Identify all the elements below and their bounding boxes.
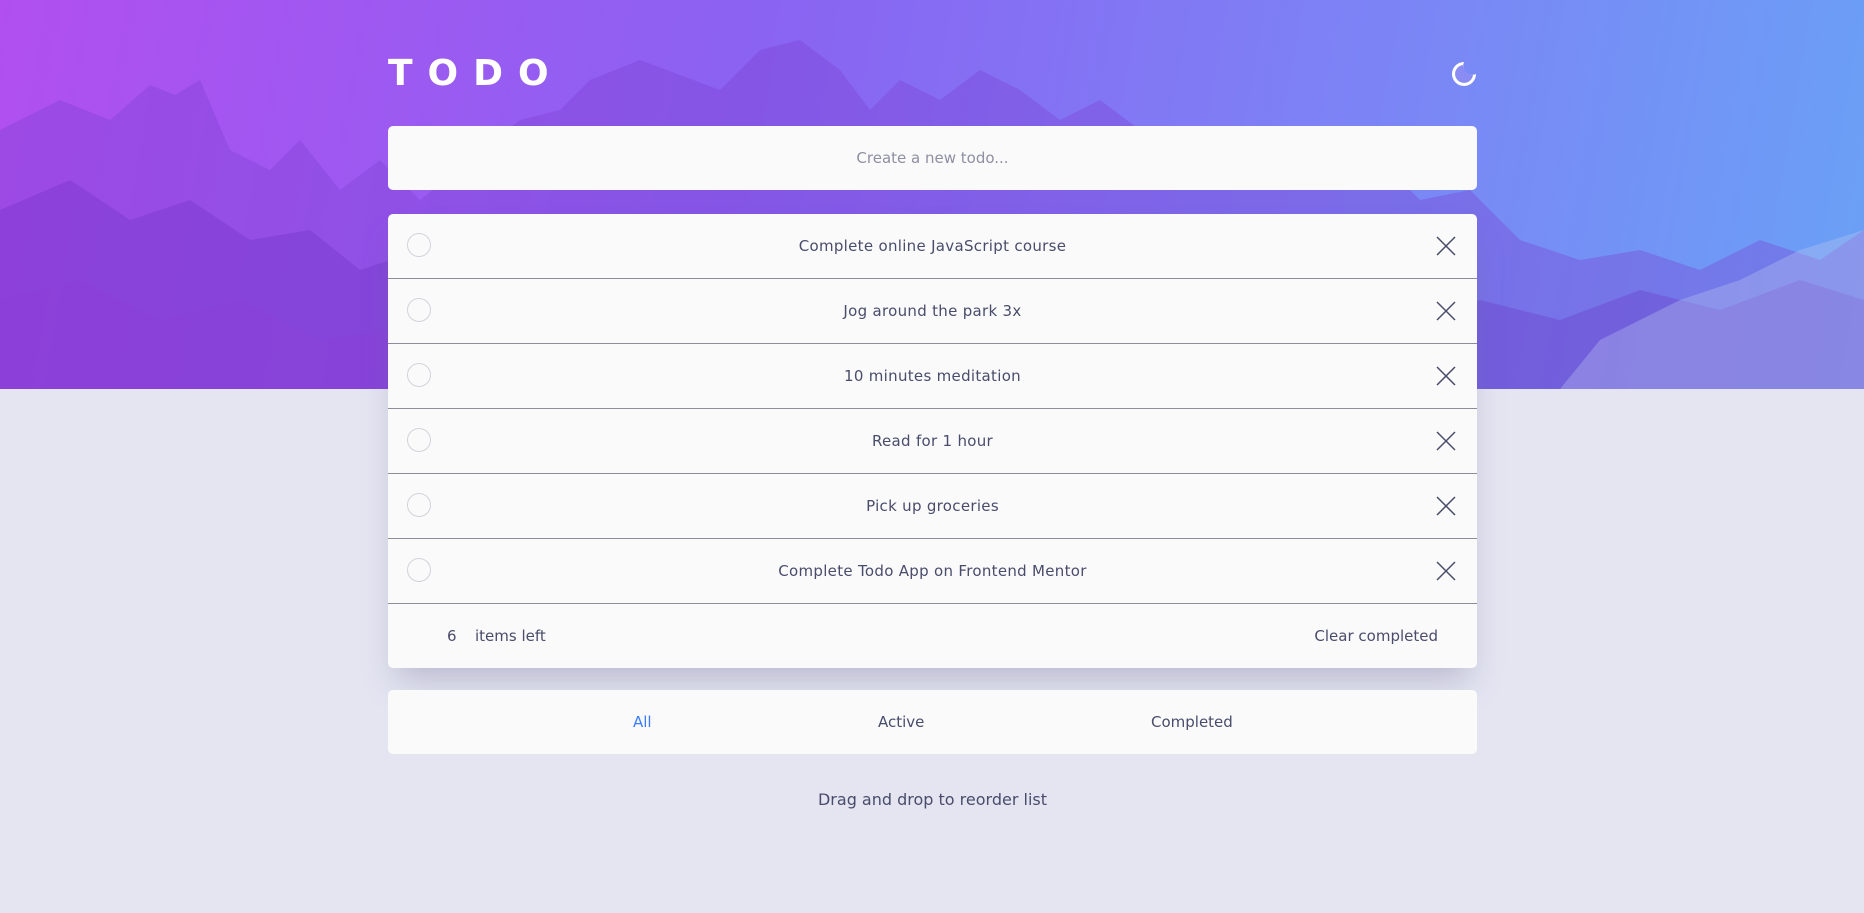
todo-checkbox[interactable] xyxy=(407,233,431,257)
new-todo-input[interactable] xyxy=(630,148,1235,168)
todo-text: Complete Todo App on Frontend Mentor xyxy=(778,562,1087,580)
theme-toggle-button[interactable] xyxy=(1451,61,1477,87)
close-icon xyxy=(1436,561,1456,581)
todo-checkbox[interactable] xyxy=(407,363,431,387)
close-icon xyxy=(1436,236,1456,256)
delete-todo-button[interactable] xyxy=(1435,430,1457,452)
todo-text: 10 minutes meditation xyxy=(844,367,1021,385)
todo-text: Complete online JavaScript course xyxy=(798,237,1067,255)
items-left-count: 6 xyxy=(447,627,457,645)
filter-bar: All Active Completed xyxy=(388,690,1477,754)
close-icon xyxy=(1436,496,1456,516)
filter-active[interactable]: Active xyxy=(878,690,924,754)
todo-item[interactable]: Jog around the park 3x xyxy=(388,279,1477,344)
moon-icon xyxy=(1452,62,1476,86)
delete-todo-button[interactable] xyxy=(1435,235,1457,257)
list-footer: 6 items left Clear completed xyxy=(388,604,1477,668)
filter-completed[interactable]: Completed xyxy=(1151,690,1233,754)
delete-todo-button[interactable] xyxy=(1435,495,1457,517)
todo-text: Jog around the park 3x xyxy=(843,302,1022,320)
new-todo-bar xyxy=(388,126,1477,190)
delete-todo-button[interactable] xyxy=(1435,365,1457,387)
items-left-label: items left xyxy=(475,627,546,645)
filter-all[interactable]: All xyxy=(633,690,652,754)
app-header: TODO xyxy=(388,54,1477,94)
todo-list: Complete online JavaScript course Jog ar… xyxy=(388,214,1477,668)
todo-item[interactable]: Read for 1 hour xyxy=(388,409,1477,474)
todo-text: Pick up groceries xyxy=(866,497,999,515)
todo-checkbox[interactable] xyxy=(407,493,431,517)
app-title: TODO xyxy=(388,53,564,94)
todo-checkbox[interactable] xyxy=(407,298,431,322)
todo-item[interactable]: Pick up groceries xyxy=(388,474,1477,539)
clear-completed-button[interactable]: Clear completed xyxy=(1314,627,1438,645)
todo-item[interactable]: Complete Todo App on Frontend Mentor xyxy=(388,539,1477,604)
reorder-hint: Drag and drop to reorder list xyxy=(817,790,1047,809)
todo-checkbox[interactable] xyxy=(407,558,431,582)
todo-checkbox[interactable] xyxy=(407,428,431,452)
close-icon xyxy=(1436,431,1456,451)
todo-text: Read for 1 hour xyxy=(871,432,994,450)
delete-todo-button[interactable] xyxy=(1435,560,1457,582)
close-icon xyxy=(1436,301,1456,321)
todo-item[interactable]: Complete online JavaScript course xyxy=(388,214,1477,279)
close-icon xyxy=(1436,366,1456,386)
todo-item[interactable]: 10 minutes meditation xyxy=(388,344,1477,409)
delete-todo-button[interactable] xyxy=(1435,300,1457,322)
